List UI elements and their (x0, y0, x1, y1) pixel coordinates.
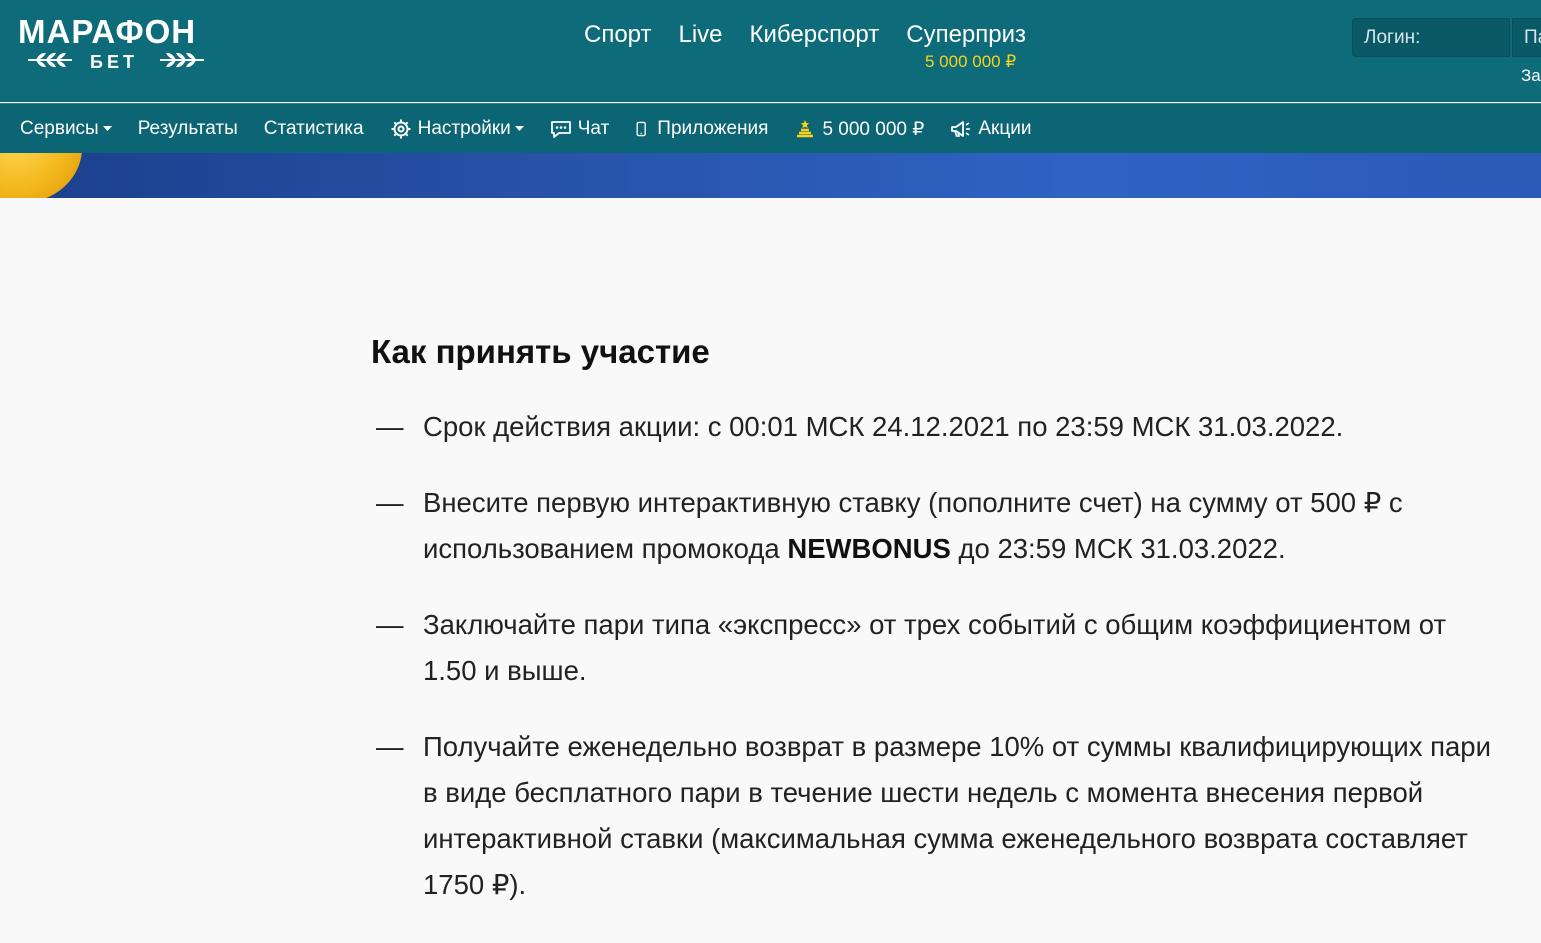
subnav-services[interactable]: Сервисы (20, 118, 112, 140)
promo-code: NEWBONUS (787, 533, 951, 564)
prize-icon (797, 120, 814, 138)
chevron-down-icon (102, 126, 112, 131)
list-item: — Заключайте пари типа «экспресс» от тре… (371, 602, 1501, 694)
promo-banner (0, 153, 1541, 198)
list-dash: — (376, 609, 404, 640)
list-dash: — (376, 411, 404, 442)
phone-icon (636, 121, 647, 137)
chevron-down-icon (514, 126, 524, 131)
nav-sport[interactable]: Спорт (584, 20, 652, 50)
nav-superprize[interactable]: Суперприз (906, 20, 1026, 50)
subnav-results[interactable]: Результаты (138, 118, 238, 140)
subnav-chat[interactable]: Чат (550, 118, 610, 140)
subnav-settings-label: Настройки (417, 118, 511, 139)
subnav-services-label: Сервисы (20, 118, 99, 139)
subnav-prize[interactable]: 5 000 000 ₽ (794, 118, 924, 141)
rule-text: Получайте еженедельно возврат в размере … (423, 731, 1491, 900)
banner-ball-graphic (0, 153, 82, 198)
subnav-chat-label: Чат (577, 118, 610, 139)
nav-live[interactable]: Live (679, 20, 723, 50)
list-item: — Срок действия акции: с 00:01 МСК 24.12… (371, 404, 1501, 450)
login-input[interactable]: Логин: (1352, 18, 1510, 57)
subnav-promotions-label: Акции (978, 118, 1032, 139)
password-input[interactable]: Па (1512, 18, 1541, 57)
subnav-prize-label: 5 000 000 ₽ (822, 118, 925, 140)
gear-icon (391, 119, 411, 139)
secondary-nav: Сервисы Результаты Статистика Настройки … (0, 103, 1541, 153)
subnav-statistics-label: Статистика (263, 118, 364, 139)
nav-esports[interactable]: Киберспорт (750, 20, 880, 50)
subnav-apps-label: Приложения (657, 118, 769, 139)
laurel-right-icon (160, 52, 204, 68)
rule-text: Заключайте пари типа «экспресс» от трех … (423, 609, 1447, 686)
laurel-left-icon (28, 52, 72, 68)
megaphone-icon (951, 121, 971, 137)
subnav-settings[interactable]: Настройки (390, 118, 524, 140)
rules-list: — Срок действия акции: с 00:01 МСК 24.12… (371, 404, 1501, 908)
rule-text: Срок действия акции: с 00:01 МСК 24.12.2… (423, 411, 1344, 442)
top-header: МАРАФОН БЕТ Спорт Live Киберспорт Суперп… (0, 0, 1541, 102)
main-nav: Спорт Live Киберспорт Суперприз (584, 20, 1053, 50)
superprize-amount[interactable]: 5 000 000 ₽ (925, 52, 1016, 72)
list-dash: — (376, 487, 404, 518)
section-title: Как принять участие (371, 333, 710, 370)
list-item: — Внесите первую интерактивную ставку (п… (371, 480, 1501, 572)
subnav-promotions[interactable]: Акции (950, 118, 1031, 140)
brand-logo[interactable]: МАРАФОН БЕТ (18, 14, 218, 78)
subnav-statistics[interactable]: Статистика (264, 118, 364, 140)
list-item: — Получайте еженедельно возврат в размер… (371, 724, 1501, 908)
brand-sub: БЕТ (90, 52, 138, 72)
brand-name: МАРАФОН (18, 13, 197, 50)
chat-icon (550, 121, 571, 138)
list-dash: — (376, 731, 404, 762)
subnav-results-label: Результаты (137, 118, 238, 139)
forgot-link[interactable]: За (1521, 66, 1541, 86)
subnav-apps[interactable]: Приложения (635, 118, 768, 140)
rule-text-after: до 23:59 МСК 31.03.2022. (950, 533, 1286, 564)
promo-rules-section: Как принять участие — Срок действия акци… (371, 330, 1501, 938)
